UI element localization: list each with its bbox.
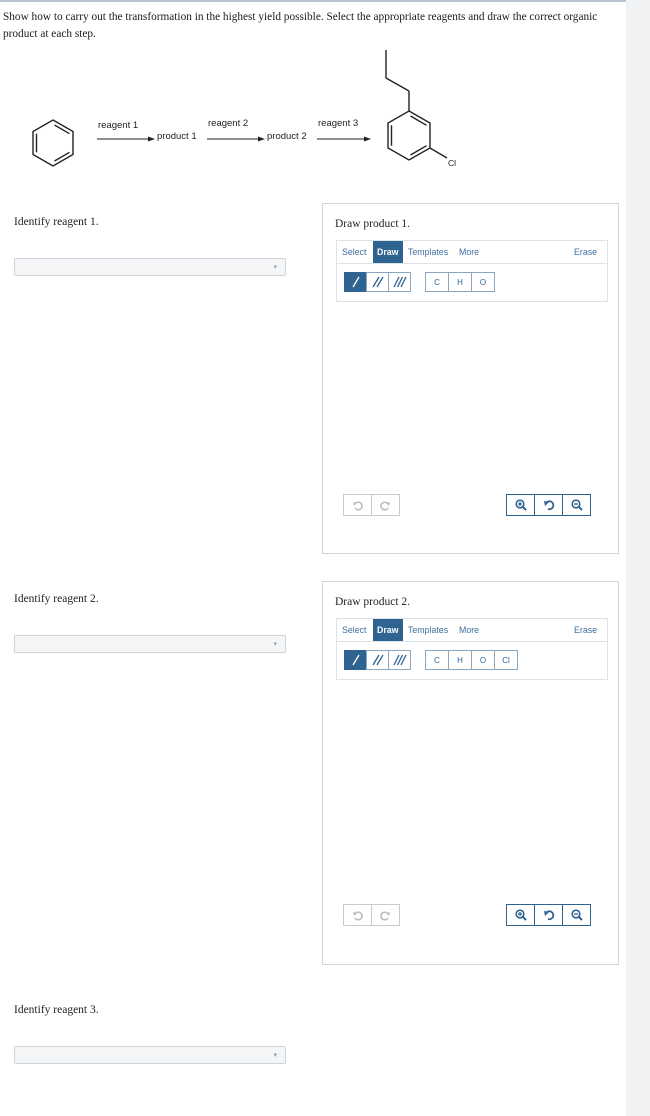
single-bond-button[interactable] [344, 272, 367, 292]
atom-button-cl[interactable]: Cl [494, 650, 518, 670]
redo-icon [380, 500, 390, 511]
zoom-in-button[interactable] [506, 904, 535, 926]
undo-icon [353, 910, 363, 921]
reagent-3-select[interactable]: ▾ [14, 1046, 286, 1064]
reset-zoom-icon [543, 910, 554, 921]
arrow-head-2 [258, 136, 265, 142]
double-bond-icon [371, 654, 384, 666]
reagent-1-prompt: Identify reagent 1. [14, 216, 99, 228]
tab-select[interactable]: Select [342, 619, 366, 641]
erase-button[interactable]: Erase [574, 619, 597, 641]
product-2-label: product 2 [267, 131, 307, 142]
top-divider [0, 0, 626, 2]
erase-button[interactable]: Erase [574, 241, 597, 263]
draw-product-1-panel: Draw product 1. Select Draw Templates Mo… [322, 203, 619, 554]
single-bond-button[interactable] [344, 650, 367, 670]
double-bond-button[interactable] [366, 272, 389, 292]
reagent-1-label: reagent 1 [98, 120, 139, 131]
reagent-2-label: reagent 2 [208, 118, 249, 129]
tab-templates[interactable]: Templates [408, 619, 448, 641]
tab-more[interactable]: More [459, 619, 479, 641]
reagent-1-select[interactable]: ▾ [14, 258, 286, 276]
zoom-out-button[interactable] [562, 904, 591, 926]
instructions-text: Show how to carry out the transformation… [3, 11, 598, 40]
drawing-toolbar: C H O [336, 264, 608, 302]
reagent-3-label: reagent 3 [318, 118, 359, 129]
reagent-2-prompt: Identify reagent 2. [14, 593, 99, 605]
tab-select[interactable]: Select [342, 241, 366, 263]
scrollbar-track[interactable] [626, 0, 650, 1116]
scheme-drawing [32, 50, 448, 167]
arrow-head-3 [364, 136, 371, 142]
atom-button-c[interactable]: C [425, 272, 449, 292]
zoom-out-icon [570, 909, 583, 921]
atom-button-h[interactable]: H [448, 272, 472, 292]
undo-button[interactable] [343, 904, 372, 926]
reset-zoom-icon [543, 500, 554, 511]
zoom-out-icon [570, 499, 583, 511]
single-bond-icon [351, 276, 360, 288]
product-1-label: product 1 [157, 131, 197, 142]
arrow-head-1 [148, 136, 155, 142]
zoom-out-button[interactable] [562, 494, 591, 516]
editor-tabs: Select Draw Templates More Erase [336, 240, 608, 264]
reaction-scheme: reagent 1 product 1 reagent 2 product 2 … [0, 45, 626, 195]
tab-draw[interactable]: Draw [373, 241, 403, 263]
drawing-toolbar: C H O Cl [336, 642, 608, 680]
zoom-in-icon [514, 909, 527, 921]
redo-button[interactable] [371, 494, 400, 516]
reset-zoom-button[interactable] [534, 904, 563, 926]
tab-draw[interactable]: Draw [373, 619, 403, 641]
atom-button-c[interactable]: C [425, 650, 449, 670]
tab-more[interactable]: More [459, 241, 479, 263]
reagent-2-select[interactable]: ▾ [14, 635, 286, 653]
zoom-in-button[interactable] [506, 494, 535, 516]
draw-product-2-panel: Draw product 2. Select Draw Templates Mo… [322, 581, 619, 965]
zoom-in-icon [514, 499, 527, 511]
chevron-down-icon: ▾ [273, 640, 277, 648]
chlorine-label: Cl [448, 158, 457, 168]
reset-zoom-button[interactable] [534, 494, 563, 516]
tab-templates[interactable]: Templates [408, 241, 448, 263]
redo-icon [380, 910, 390, 921]
undo-button[interactable] [343, 494, 372, 516]
triple-bond-icon [392, 654, 407, 666]
redo-button[interactable] [371, 904, 400, 926]
target-product-structure [385, 50, 448, 161]
double-bond-button[interactable] [366, 650, 389, 670]
editor-tabs: Select Draw Templates More Erase [336, 618, 608, 642]
chevron-down-icon: ▾ [273, 1051, 277, 1059]
atom-button-h[interactable]: H [448, 650, 472, 670]
atom-button-o[interactable]: O [471, 272, 495, 292]
panel-title: Draw product 2. [335, 596, 411, 608]
benzene-structure [32, 119, 74, 167]
reagent-3-prompt: Identify reagent 3. [14, 1004, 99, 1016]
triple-bond-icon [392, 276, 407, 288]
undo-icon [353, 500, 363, 511]
atom-button-o[interactable]: O [471, 650, 495, 670]
triple-bond-button[interactable] [388, 272, 411, 292]
chevron-down-icon: ▾ [273, 263, 277, 271]
panel-title: Draw product 1. [335, 218, 411, 230]
double-bond-icon [371, 276, 384, 288]
triple-bond-button[interactable] [388, 650, 411, 670]
single-bond-icon [351, 654, 360, 666]
